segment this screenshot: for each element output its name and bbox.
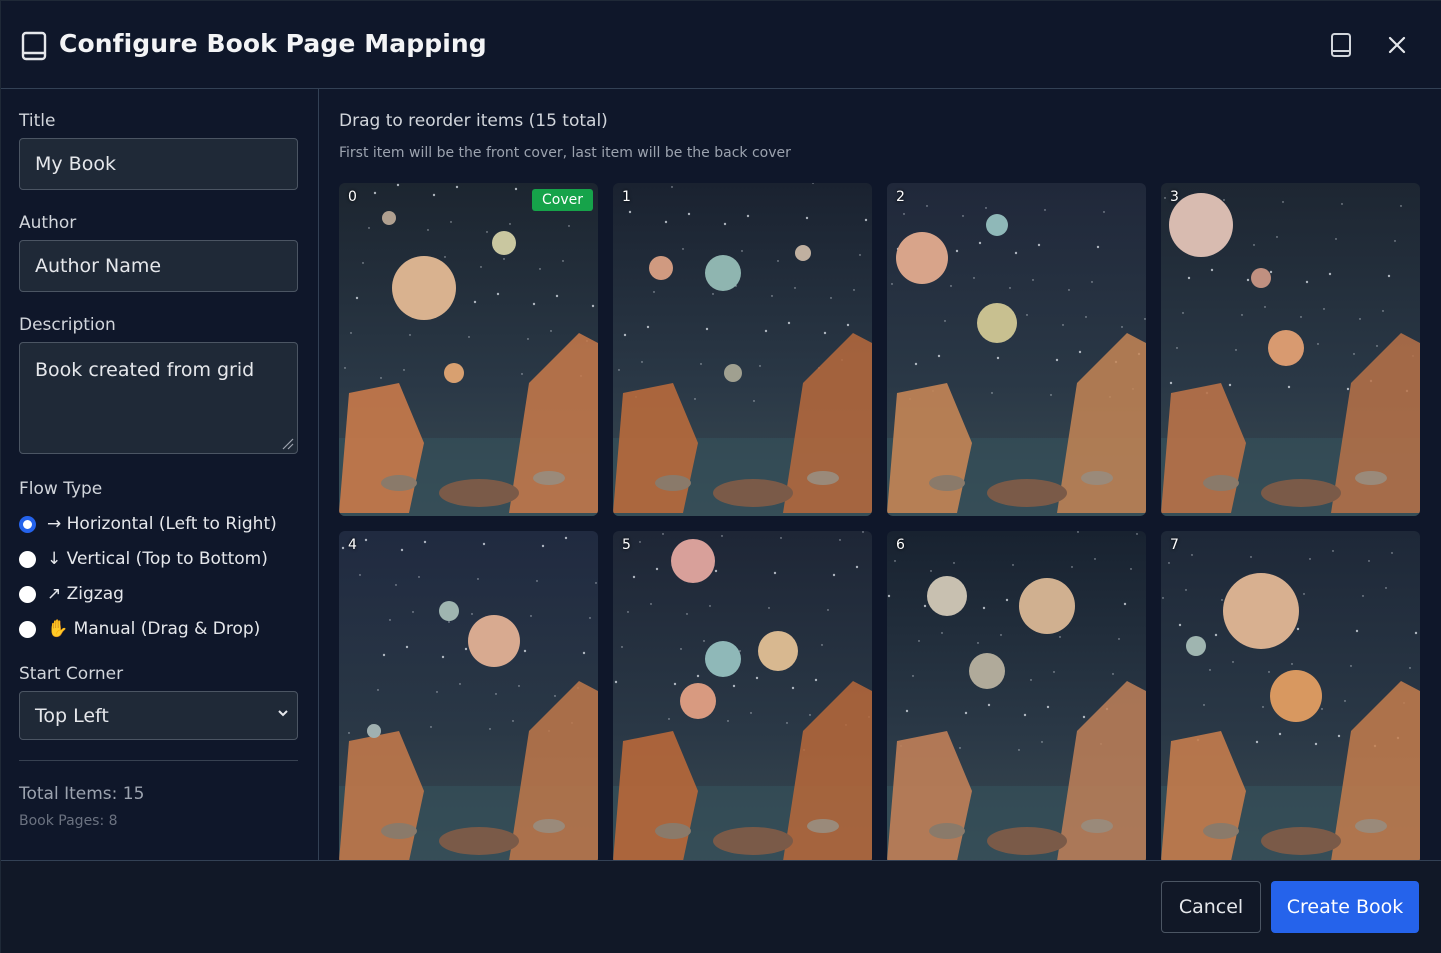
grid-item-tile[interactable]: 0 Cover bbox=[339, 183, 598, 516]
cover-badge: Cover bbox=[532, 189, 593, 211]
space-rocks-image bbox=[1161, 183, 1420, 516]
resize-handle-icon[interactable] bbox=[280, 436, 294, 450]
item-index: 5 bbox=[622, 537, 631, 553]
description-textarea[interactable]: Book created from grid bbox=[19, 342, 298, 454]
flow-option-label: ✋ Manual (Drag & Drop) bbox=[47, 619, 261, 639]
grid-item-tile[interactable]: 2 bbox=[887, 183, 1146, 516]
reorder-subheading: First item will be the front cover, last… bbox=[339, 145, 791, 161]
radio-unselected[interactable] bbox=[19, 550, 36, 568]
start-corner-value: Top Left bbox=[35, 704, 109, 727]
chevron-down-icon bbox=[278, 710, 288, 717]
book-view-icon bbox=[1331, 33, 1351, 57]
title-label: Title bbox=[19, 111, 56, 131]
title-input[interactable]: My Book bbox=[19, 138, 298, 190]
space-rocks-image bbox=[339, 183, 598, 516]
close-icon bbox=[1388, 36, 1406, 54]
item-index: 6 bbox=[896, 537, 905, 553]
book-view-button[interactable] bbox=[1325, 29, 1357, 61]
grid-item-tile[interactable]: 6 bbox=[887, 531, 1146, 860]
title-input-value: My Book bbox=[35, 153, 116, 175]
reorder-panel: Drag to reorder items (15 total) First i… bbox=[319, 89, 1441, 860]
grid-item-tile[interactable]: 3 bbox=[1161, 183, 1420, 516]
grid-item-tile[interactable]: 4 bbox=[339, 531, 598, 860]
space-rocks-image bbox=[887, 531, 1146, 860]
grid-item-tile[interactable]: 1 bbox=[613, 183, 872, 516]
book-icon bbox=[21, 31, 47, 61]
reorder-heading: Drag to reorder items (15 total) bbox=[339, 111, 608, 131]
space-rocks-image bbox=[1161, 531, 1420, 860]
space-rocks-image bbox=[887, 183, 1146, 516]
flow-option-label: → Horizontal (Left to Right) bbox=[47, 514, 277, 534]
space-rocks-image bbox=[339, 531, 598, 860]
flow-option-manual[interactable]: ✋ Manual (Drag & Drop) bbox=[19, 617, 260, 641]
flow-option-label: ↗ Zigzag bbox=[47, 584, 124, 604]
grid-item-tile[interactable]: 7 bbox=[1161, 531, 1420, 860]
cancel-button[interactable]: Cancel bbox=[1161, 881, 1261, 933]
dialog-footer: Cancel Create Book bbox=[1, 860, 1441, 953]
book-pages-count: Book Pages: 8 bbox=[19, 813, 118, 829]
description-value: Book created from grid bbox=[35, 359, 255, 381]
grid-item-tile[interactable]: 5 bbox=[613, 531, 872, 860]
flow-type-label: Flow Type bbox=[19, 479, 103, 499]
flow-option-horizontal[interactable]: → Horizontal (Left to Right) bbox=[19, 512, 277, 536]
item-index: 1 bbox=[622, 189, 631, 205]
create-book-button[interactable]: Create Book bbox=[1271, 881, 1419, 933]
description-label: Description bbox=[19, 315, 116, 335]
sidebar-divider bbox=[19, 760, 298, 761]
flow-option-label: ↓ Vertical (Top to Bottom) bbox=[47, 549, 268, 569]
item-index: 3 bbox=[1170, 189, 1179, 205]
start-corner-label: Start Corner bbox=[19, 664, 124, 684]
dialog-title: Configure Book Page Mapping bbox=[59, 29, 487, 58]
author-input-value: Author Name bbox=[35, 255, 162, 277]
author-label: Author bbox=[19, 213, 77, 233]
settings-sidebar: Title My Book Author Author Name Descrip… bbox=[1, 89, 319, 860]
flow-option-zigzag[interactable]: ↗ Zigzag bbox=[19, 582, 124, 606]
radio-unselected[interactable] bbox=[19, 620, 36, 638]
space-rocks-image bbox=[613, 183, 872, 516]
item-index: 0 bbox=[348, 189, 357, 205]
radio-selected[interactable] bbox=[19, 515, 36, 533]
close-button[interactable] bbox=[1381, 29, 1413, 61]
radio-unselected[interactable] bbox=[19, 585, 36, 603]
item-index: 2 bbox=[896, 189, 905, 205]
item-index: 7 bbox=[1170, 537, 1179, 553]
dialog-header: Configure Book Page Mapping bbox=[1, 1, 1441, 89]
start-corner-select[interactable]: Top Left bbox=[19, 691, 298, 740]
author-input[interactable]: Author Name bbox=[19, 240, 298, 292]
item-index: 4 bbox=[348, 537, 357, 553]
book-mapping-dialog: Configure Book Page Mapping Title My Boo… bbox=[0, 0, 1441, 953]
total-items-count: Total Items: 15 bbox=[19, 784, 145, 804]
flow-option-vertical[interactable]: ↓ Vertical (Top to Bottom) bbox=[19, 547, 268, 571]
space-rocks-image bbox=[613, 531, 872, 860]
